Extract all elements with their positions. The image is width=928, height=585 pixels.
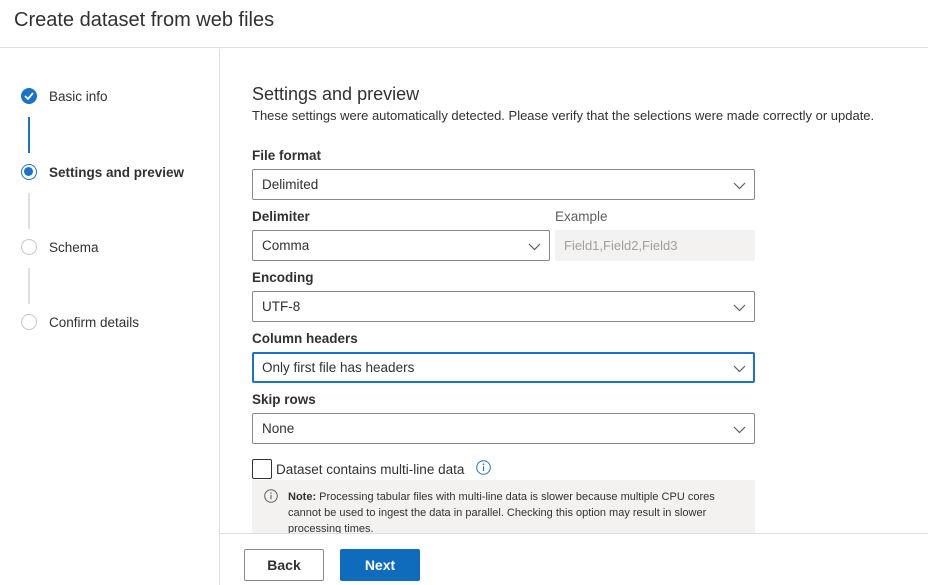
step-settings-and-preview[interactable]: Settings and preview <box>21 164 184 180</box>
note-text: Note: Processing tabular files with mult… <box>288 489 748 536</box>
chevron-down-icon <box>733 365 746 373</box>
skip-rows-dropdown[interactable]: None <box>252 413 755 444</box>
column-headers-dropdown[interactable]: Only first file has headers <box>252 352 755 383</box>
note-prefix: Note: <box>288 491 317 503</box>
dropdown-value: Comma <box>262 238 310 253</box>
chevron-down-icon <box>528 243 541 251</box>
chevron-down-icon <box>733 426 746 434</box>
skip-rows-label: Skip rows <box>252 392 316 407</box>
example-value: Field1,Field2,Field3 <box>564 238 678 253</box>
step-label: Basic info <box>49 88 108 104</box>
next-button[interactable]: Next <box>340 549 420 581</box>
dropdown-value: Delimited <box>262 177 319 192</box>
page-title: Create dataset from web files <box>14 9 275 31</box>
dropdown-value: None <box>262 421 295 436</box>
step-label: Settings and preview <box>49 164 185 180</box>
note-body: Processing tabular files with multi-line… <box>288 491 715 535</box>
step-label: Schema <box>49 239 99 255</box>
header: Create dataset from web files <box>0 0 928 48</box>
section-title: Settings and preview <box>252 84 420 104</box>
step-confirm-details[interactable]: Confirm details <box>21 314 139 330</box>
file-format-dropdown[interactable]: Delimited <box>252 169 755 200</box>
chevron-down-icon <box>733 182 746 190</box>
encoding-label: Encoding <box>252 270 314 285</box>
step-connector <box>28 193 30 229</box>
pending-step-icon <box>21 314 37 330</box>
info-icon <box>264 489 278 503</box>
back-button[interactable]: Back <box>244 549 324 581</box>
column-headers-label: Column headers <box>252 331 358 346</box>
example-field: Field1,Field2,Field3 <box>555 230 755 261</box>
section-description: These settings were automatically detect… <box>252 108 875 123</box>
dropdown-value: UTF-8 <box>262 299 301 314</box>
info-icon[interactable] <box>476 460 491 475</box>
checkmark-icon <box>21 88 37 104</box>
step-basic-info[interactable]: Basic info <box>21 88 108 104</box>
multiline-note: Note: Processing tabular files with mult… <box>252 480 755 536</box>
footer <box>220 533 928 585</box>
delimiter-dropdown[interactable]: Comma <box>252 230 550 261</box>
pending-step-icon <box>21 239 37 255</box>
dropdown-value: Only first file has headers <box>262 360 415 375</box>
encoding-dropdown[interactable]: UTF-8 <box>252 291 755 322</box>
file-format-label: File format <box>252 148 322 163</box>
delimiter-label: Delimiter <box>252 209 310 224</box>
example-label: Example <box>555 209 608 224</box>
step-label: Confirm details <box>49 314 140 330</box>
step-schema[interactable]: Schema <box>21 239 99 255</box>
current-step-icon <box>21 164 37 180</box>
step-connector <box>28 117 30 153</box>
step-connector <box>28 268 30 304</box>
multiline-checkbox-label[interactable]: Dataset contains multi-line data <box>276 462 464 477</box>
multiline-checkbox[interactable] <box>252 459 272 479</box>
chevron-down-icon <box>733 304 746 312</box>
